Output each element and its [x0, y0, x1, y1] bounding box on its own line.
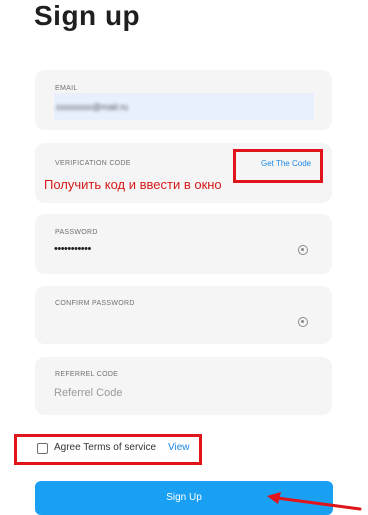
- password-field[interactable]: •••••••••••: [54, 243, 91, 255]
- arrow-head: [267, 492, 281, 504]
- page-title: Sign up: [34, 0, 141, 31]
- confirm-password-label: CONFIRM PASSWORD: [55, 300, 135, 307]
- annotation-box-agree: [14, 434, 202, 465]
- verification-label: VERIFICATION CODE: [55, 160, 131, 167]
- confirm-password-field[interactable]: [54, 315, 284, 329]
- email-field[interactable]: xxxxxxxx@mail.ru: [54, 93, 314, 120]
- email-card: EMAIL xxxxxxxx@mail.ru: [35, 70, 332, 130]
- signup-page: Sign up EMAIL xxxxxxxx@mail.ru VERIFICAT…: [0, 0, 368, 515]
- eye-icon[interactable]: [298, 245, 308, 255]
- annotation-arrow: [267, 492, 362, 511]
- confirm-password-card: CONFIRM PASSWORD: [35, 286, 332, 344]
- eye-icon[interactable]: [298, 317, 308, 327]
- annotation-note: Получить код и ввести в окно: [44, 177, 222, 192]
- email-label: EMAIL: [55, 85, 78, 92]
- referrel-code-input[interactable]: Referrel Code: [54, 387, 122, 399]
- password-label: PASSWORD: [55, 229, 98, 236]
- annotation-box-get-code: [233, 149, 323, 183]
- arrow-shaft: [275, 496, 362, 511]
- referrel-card: REFERREL CODE Referrel Code: [35, 357, 332, 415]
- password-card: PASSWORD •••••••••••: [35, 214, 332, 274]
- referrel-label: REFERREL CODE: [55, 371, 119, 378]
- email-value: xxxxxxxx@mail.ru: [56, 102, 129, 112]
